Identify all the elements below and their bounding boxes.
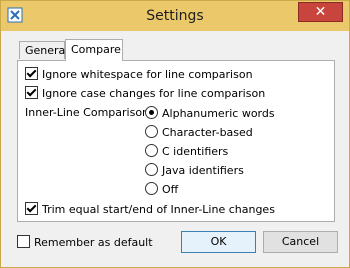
ignore-case-label: Ignore case changes for line comparison <box>42 87 266 100</box>
inner-line-label: Inner-Line Comparison: <box>25 106 153 119</box>
radio-button[interactable] <box>145 125 158 138</box>
title-bar[interactable]: Settings ✕ <box>1 1 349 31</box>
radio-off[interactable]: Off <box>145 182 178 196</box>
radio-label: Java identifiers <box>162 164 244 177</box>
remember-default-option[interactable]: Remember as default <box>17 235 153 249</box>
radio-button[interactable] <box>145 163 158 176</box>
ignore-whitespace-option[interactable]: Ignore whitespace for line comparison <box>25 67 253 81</box>
radio-character-based[interactable]: Character-based <box>145 125 253 139</box>
radio-button[interactable] <box>145 182 158 195</box>
trim-equal-checkbox[interactable] <box>25 202 38 215</box>
compare-panel: Ignore whitespace for line comparison Ig… <box>17 60 335 222</box>
radio-label: C identifiers <box>162 145 229 158</box>
cancel-button[interactable]: Cancel <box>263 231 338 253</box>
radio-button[interactable] <box>145 106 158 119</box>
ignore-case-option[interactable]: Ignore case changes for line comparison <box>25 86 265 100</box>
tab-general[interactable]: General <box>19 41 68 59</box>
ok-button[interactable]: OK <box>181 231 256 253</box>
ignore-whitespace-checkbox[interactable] <box>25 67 38 80</box>
window-title: Settings <box>146 8 204 24</box>
close-icon: ✕ <box>314 4 327 20</box>
radio-c-identifiers[interactable]: C identifiers <box>145 144 228 158</box>
radio-label: Character-based <box>162 126 253 139</box>
radio-label: Off <box>162 183 179 196</box>
remember-default-label: Remember as default <box>34 236 153 249</box>
radio-alphanumeric-words[interactable]: Alphanumeric words <box>145 106 275 120</box>
radio-java-identifiers[interactable]: Java identifiers <box>145 163 244 177</box>
radio-label: Alphanumeric words <box>162 107 275 120</box>
ignore-case-checkbox[interactable] <box>25 86 38 99</box>
settings-window: Settings ✕ General Compare Ignore whites… <box>0 0 350 268</box>
ignore-whitespace-label: Ignore whitespace for line comparison <box>42 68 253 81</box>
remember-default-checkbox[interactable] <box>17 235 30 248</box>
trim-equal-option[interactable]: Trim equal start/end of Inner-Line chang… <box>25 202 275 216</box>
close-button[interactable]: ✕ <box>298 2 343 22</box>
tab-compare[interactable]: Compare <box>65 39 123 61</box>
trim-equal-label: Trim equal start/end of Inner-Line chang… <box>42 203 275 216</box>
radio-button[interactable] <box>145 144 158 157</box>
